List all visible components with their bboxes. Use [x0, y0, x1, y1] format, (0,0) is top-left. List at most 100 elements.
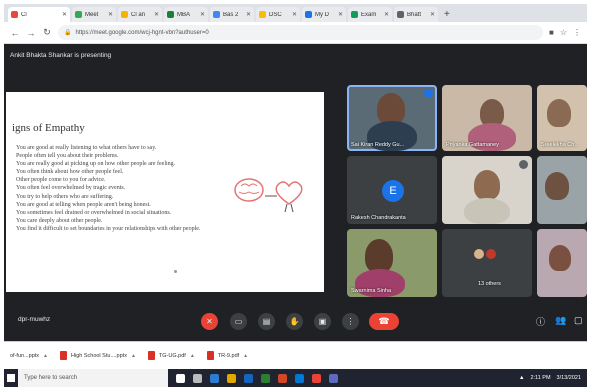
cortana-icon[interactable] [176, 373, 185, 383]
close-icon[interactable]: ✕ [338, 11, 343, 18]
mic-icon [519, 160, 528, 169]
download-item[interactable]: TR-9.pdf ▲ [206, 351, 248, 360]
browser-tab[interactable]: Bhatt ✕ [394, 7, 438, 22]
participant-tile[interactable]: Priyanka Gattamaney [442, 85, 532, 151]
leave-call-button[interactable]: ☎ [369, 313, 399, 330]
presenting-banner: Ankit Bhakta Shankar is presenting [4, 45, 587, 65]
mic-off-button[interactable]: ✕ [201, 313, 218, 330]
participant-tile[interactable] [537, 229, 587, 297]
chevron-down-icon[interactable]: ▲ [243, 353, 248, 359]
back-arrow-icon[interactable]: ← [10, 28, 20, 38]
clock-time[interactable]: 2:11 PM [530, 375, 550, 381]
slide-bullet-list: You are good at really listening to what… [16, 144, 200, 233]
camera-button[interactable]: ▭ [230, 313, 247, 330]
browser-tab[interactable]: Bas 2 ✕ [210, 7, 254, 22]
browser-tab[interactable]: Meet ✕ [72, 7, 116, 22]
forward-arrow-icon[interactable]: → [26, 28, 36, 38]
close-icon[interactable]: ✕ [246, 11, 251, 18]
reload-icon[interactable]: ↻ [42, 27, 52, 38]
app-icon[interactable] [329, 373, 338, 383]
lock-icon: 🔒 [64, 30, 72, 36]
captions-button[interactable]: ▤ [258, 313, 275, 330]
presentation-slide: igns of Empathy You are good at really l… [6, 92, 324, 292]
slide-line: You are good at telling when people aren… [16, 201, 151, 208]
more-options-button[interactable]: ⋮ [342, 313, 359, 330]
participant-name: Sai Kiran Reddy Gu... [351, 142, 405, 148]
excel-icon[interactable] [261, 373, 270, 383]
slide-line: You are really good at picking up on how… [16, 161, 176, 168]
participant-video [547, 99, 571, 127]
browser-tab[interactable]: DSC ✕ [256, 7, 300, 22]
close-icon[interactable]: ✕ [384, 11, 389, 18]
tab-favicon [259, 11, 266, 18]
tab-favicon [11, 11, 18, 18]
participant-tile[interactable]: Sreelekha Ch... [537, 85, 587, 151]
new-tab-button[interactable]: + [440, 7, 454, 22]
address-bar: ← → ↻ 🔒 https://meet.google.com/wcj-hgnt… [4, 22, 587, 44]
tab-label: Meet [85, 11, 99, 18]
word-icon[interactable] [244, 373, 253, 383]
chat-icon[interactable]: ▢ [574, 315, 583, 326]
chevron-down-icon[interactable]: ▲ [190, 353, 195, 359]
present-button[interactable]: ▣ [314, 313, 331, 330]
windows-taskbar: Type here to search ▲ 2:11 PM 3/13/2021 [4, 369, 587, 387]
tab-label: Cl an [131, 11, 146, 18]
close-icon[interactable]: ✕ [108, 11, 113, 18]
tab-favicon [351, 11, 358, 18]
participant-tile[interactable]: Swarnima Sinha [347, 229, 437, 297]
task-view-icon[interactable] [193, 373, 202, 383]
close-icon[interactable]: ✕ [154, 11, 159, 18]
file-explorer-icon[interactable] [227, 373, 236, 383]
download-label: TR-9.pdf [217, 352, 240, 359]
tab-label: Bas 2 [223, 11, 239, 18]
browser-tab[interactable]: Cl ✕ [8, 7, 70, 22]
people-icon[interactable]: 👥 [555, 315, 566, 326]
tab-favicon [167, 11, 174, 18]
participant-tile[interactable] [442, 156, 532, 224]
avatar: E [382, 180, 404, 202]
url-input[interactable]: 🔒 https://meet.google.com/wcj-hgnt-vbn?a… [58, 25, 543, 40]
chrome-icon[interactable] [312, 373, 321, 383]
edge-icon[interactable] [210, 373, 219, 383]
speaking-indicator-icon [424, 89, 433, 98]
tab-favicon [213, 11, 220, 18]
chevron-down-icon[interactable]: ▲ [131, 353, 136, 359]
browser-tab[interactable]: My D ✕ [302, 7, 346, 22]
clock-date[interactable]: 3/13/2021 [557, 375, 581, 381]
browser-tab[interactable]: Cl an ✕ [118, 7, 162, 22]
start-button[interactable] [4, 369, 18, 387]
download-item[interactable]: TG-UG.pdf ▲ [147, 351, 195, 360]
menu-dots-icon[interactable]: ⋮ [573, 28, 581, 37]
mail-icon[interactable] [295, 373, 304, 383]
download-item[interactable]: High School Stu....pptx ▲ [60, 351, 136, 360]
participant-tile[interactable]: E Rakesh Chandrakanta [347, 156, 437, 224]
participant-tile[interactable]: Sai Kiran Reddy Gu... [347, 85, 437, 151]
tab-favicon [397, 11, 404, 18]
close-icon[interactable]: ✕ [430, 11, 435, 18]
chevron-down-icon[interactable]: ▲ [43, 353, 48, 359]
taskbar-search-input[interactable]: Type here to search [18, 369, 168, 387]
camera-icon[interactable]: ■ [549, 28, 554, 37]
browser-tab-strip: Cl ✕ Meet ✕ Cl an ✕ MBA ✕ Bas 2 ✕ DSC ✕ [4, 4, 587, 22]
slide-line: You try to help others who are suffering… [16, 193, 114, 200]
raise-hand-button[interactable]: ✋ [286, 313, 303, 330]
download-label: of-fun...pptx [10, 352, 40, 359]
download-label: High School Stu....pptx [71, 352, 127, 359]
browser-tab[interactable]: MBA ✕ [164, 7, 208, 22]
close-icon[interactable]: ✕ [292, 11, 297, 18]
close-icon[interactable]: ✕ [62, 11, 67, 18]
participant-tile[interactable]: 13 others [442, 229, 532, 297]
browser-tab[interactable]: Exam ✕ [348, 7, 392, 22]
participant-tile[interactable] [537, 156, 587, 224]
network-icon[interactable]: ▲ [519, 375, 524, 381]
download-item[interactable]: of-fun...pptx ▲ [10, 353, 48, 359]
presenting-text: Ankit Bhakta Shankar is presenting [10, 51, 112, 59]
file-icon [60, 351, 67, 360]
slide-line: Other people come to you for advice. [16, 177, 106, 184]
tab-label: Cl [21, 11, 27, 18]
star-icon[interactable]: ☆ [560, 28, 567, 37]
powerpoint-icon[interactable] [278, 373, 287, 383]
close-icon[interactable]: ✕ [200, 11, 205, 18]
info-icon[interactable]: ⓘ [536, 315, 545, 328]
tab-label: DSC [269, 11, 282, 18]
